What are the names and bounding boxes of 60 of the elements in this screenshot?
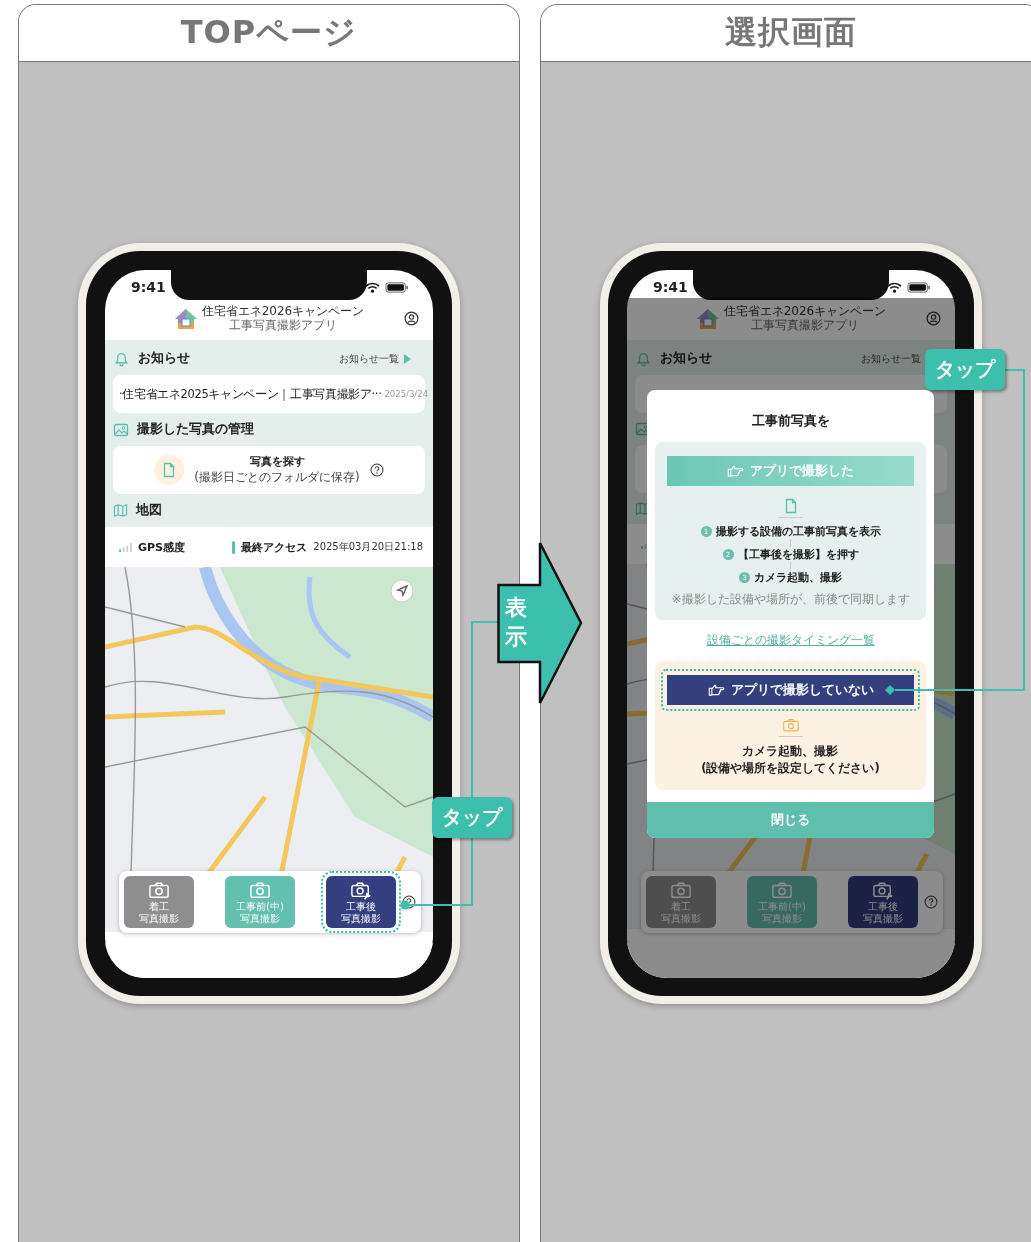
hand-pointing-icon (727, 465, 744, 477)
section-heading: お知らせ (660, 350, 712, 367)
camera-icon (872, 880, 894, 900)
card-subtitle: (撮影日ごとのフォルダに保存) (194, 469, 360, 486)
hand-pointing-icon (707, 684, 725, 696)
sync-note: ※撮影した設備や場所が、前後で同期します (671, 591, 910, 608)
gps-signal-icon (119, 542, 132, 552)
timing-list-link[interactable]: 設備ごとの撮影タイミング一覧 (706, 632, 875, 649)
logo-title: 住宅省エネ2026キャンペーン (201, 305, 365, 319)
camera-icon (781, 717, 800, 733)
camera-icon (670, 880, 692, 900)
panel-title: TOPページ (180, 12, 358, 53)
last-access-time: 2025年03月20日21:18 (313, 540, 423, 554)
map-icon (113, 503, 128, 518)
notice-list-link[interactable]: お知らせ一覧 (339, 351, 411, 366)
account-icon[interactable] (926, 311, 941, 326)
section-heading: 地図 (136, 502, 162, 519)
house-logo-icon (173, 308, 198, 330)
panel-title: 選択画面 (725, 12, 857, 53)
section-heading: 撮影した写真の管理 (137, 421, 254, 438)
camera-icon (249, 880, 271, 900)
logo-subtitle: 工事写真撮影アプリ (751, 319, 859, 333)
tap-callout: タップ (432, 797, 512, 838)
help-icon[interactable] (369, 463, 384, 477)
house-logo-icon (695, 308, 720, 330)
status-time: 9:41 (653, 279, 688, 295)
photo-search-card[interactable]: 写真を探す (撮影日ごとのフォルダに保存) (113, 446, 425, 494)
camera-icon (148, 880, 170, 900)
bell-icon (635, 350, 652, 367)
option-description: (設備や場所を設定してください) (701, 760, 880, 778)
step-text: 撮影する設備の工事前写真を表示 (715, 524, 881, 539)
camera-icon (350, 880, 372, 900)
image-icon (113, 421, 129, 438)
bell-icon (113, 350, 130, 367)
option-button[interactable]: アプリで撮影していない (661, 669, 920, 711)
help-icon[interactable] (402, 895, 416, 909)
battery-icon (385, 281, 409, 293)
tap-callout: タップ (925, 349, 1005, 390)
step-text: 【工事後を撮影】を押す (737, 547, 859, 562)
arrow-label: 表示 (505, 594, 527, 651)
step-text: カメラ起動、撮影 (754, 570, 842, 585)
gps-label: GPS感度 (138, 539, 185, 555)
logo-title: 住宅省エネ2026キャンペーン (723, 305, 887, 319)
notice-title[interactable]: ·住宅省エネ2025キャンペーン｜工事写真撮影ア··· (119, 386, 382, 402)
map-icon (635, 501, 650, 516)
locate-icon[interactable] (390, 579, 414, 603)
last-access-label: 最終アクセス (241, 539, 308, 555)
option-description: カメラ起動、撮影 (741, 743, 840, 760)
account-icon[interactable] (404, 311, 419, 326)
status-time: 9:41 (131, 279, 166, 295)
help-icon[interactable] (924, 895, 938, 909)
card-title: 写真を探す (249, 454, 305, 469)
capture-button[interactable]: 工事後 写真撮影 (848, 876, 918, 928)
section-heading: お知らせ (138, 350, 190, 367)
logo-subtitle: 工事写真撮影アプリ (229, 319, 337, 333)
modal-title: 工事前写真を (750, 412, 831, 430)
capture-button[interactable]: 着工 写真撮影 (124, 876, 194, 928)
wifi-icon (365, 281, 380, 293)
battery-icon (907, 281, 931, 293)
wifi-icon (887, 281, 902, 293)
